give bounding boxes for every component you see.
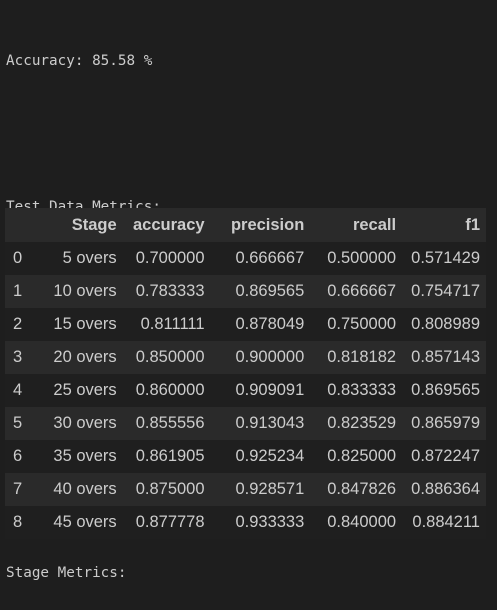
f1-cell: 0.865979 [411,414,480,432]
precision-cell: 0.928571 [235,480,305,498]
stage-cell: 45 overs [53,513,117,531]
column-header-index [5,208,45,242]
precision-cell: 0.925234 [235,447,305,465]
stage-cell: 35 overs [53,447,117,465]
accuracy-cell: 0.860000 [135,381,205,399]
precision-cell: 0.913043 [235,414,305,432]
stage-cell: 5 overs [62,249,117,267]
accuracy-cell: 0.850000 [135,348,205,366]
accuracy-line: Accuracy: 85.58 % [6,52,153,69]
column-header-stage: Stage [71,215,117,234]
accuracy-cell: 0.783333 [135,282,205,300]
column-header-recall: recall [352,215,397,234]
accuracy-cell: 0.855556 [135,414,205,432]
table-header-row: Stage accuracy precision recall f1 [5,208,486,242]
recall-cell: 0.750000 [327,315,397,333]
accuracy-cell: 0.700000 [135,249,205,267]
stage-metrics-table-container: Stage accuracy precision recall f1 0 5 o… [5,208,486,539]
table-row: 0 5 overs 0.700000 0.666667 0.500000 0.5… [5,242,486,275]
f1-cell: 0.857143 [411,348,480,366]
table-row: 7 40 overs 0.875000 0.928571 0.847826 0.… [5,473,486,506]
f1-cell: 0.884211 [412,513,480,531]
recall-cell: 0.500000 [327,249,397,267]
row-index: 7 [13,480,23,498]
precision-cell: 0.909091 [235,381,305,399]
f1-cell: 0.571429 [411,249,480,267]
table-row: 1 10 overs 0.783333 0.869565 0.666667 0.… [5,275,486,308]
stage-cell: 10 overs [53,282,117,300]
stage-metrics-header: Stage Metrics: [6,565,127,582]
recall-cell: 0.840000 [327,513,397,531]
recall-cell: 0.825000 [327,447,397,465]
recall-cell: 0.666667 [327,282,397,300]
table-row: 8 45 overs 0.877778 0.933333 0.840000 0.… [5,506,486,539]
row-index: 8 [13,513,23,531]
f1-cell: 0.808989 [411,315,480,333]
row-index: 4 [13,381,23,399]
table-row: 4 25 overs 0.860000 0.909091 0.833333 0.… [5,374,486,407]
table-row: 6 35 overs 0.861905 0.925234 0.825000 0.… [5,440,486,473]
row-index: 1 [13,282,23,300]
f1-cell: 0.869565 [411,381,480,399]
f1-cell: 0.872247 [411,447,480,465]
stage-cell: 25 overs [53,381,117,399]
recall-cell: 0.823529 [327,414,397,432]
row-index: 6 [13,447,23,465]
recall-cell: 0.847826 [327,480,397,498]
stage-cell: 40 overs [53,480,117,498]
row-index: 2 [13,315,23,333]
stage-cell: 20 overs [53,348,117,366]
row-index: 3 [13,348,23,366]
table-row: 3 20 overs 0.850000 0.900000 0.818182 0.… [5,341,486,374]
table-row: 5 30 overs 0.855556 0.913043 0.823529 0.… [5,407,486,440]
f1-cell: 0.754717 [411,282,480,300]
recall-cell: 0.833333 [327,381,397,399]
precision-cell: 0.878049 [235,315,305,333]
stage-cell: 15 overs [53,315,117,333]
column-header-f1: f1 [465,215,480,234]
column-header-accuracy: accuracy [132,215,205,234]
precision-cell: 0.933333 [235,513,305,531]
row-index: 0 [13,249,23,267]
f1-cell: 0.886364 [411,480,480,498]
stage-metrics-table: Stage accuracy precision recall f1 0 5 o… [5,208,486,539]
accuracy-cell: 0.877778 [135,513,205,531]
accuracy-cell: 0.861905 [135,447,205,465]
recall-cell: 0.818182 [327,348,397,366]
precision-cell: 0.900000 [235,348,305,366]
precision-cell: 0.869565 [235,282,305,300]
column-header-precision: precision [230,215,305,234]
accuracy-cell: 0.875000 [135,480,205,498]
row-index: 5 [13,414,23,432]
table-row: 2 15 overs 0.811111 0.878049 0.750000 0.… [5,308,486,341]
accuracy-cell: 0.811111 [140,315,205,333]
precision-cell: 0.666667 [235,249,305,267]
stage-cell: 30 overs [53,414,117,432]
